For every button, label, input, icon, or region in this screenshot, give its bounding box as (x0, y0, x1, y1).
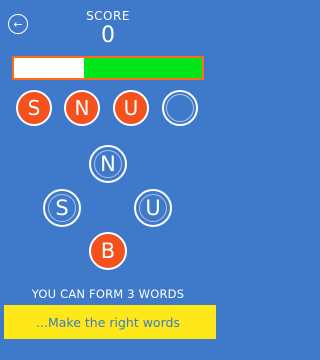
tile-letter: N (100, 152, 116, 176)
tagline-banner: ...Make the right words (0, 305, 216, 339)
answer-slot-letter: S (27, 96, 41, 120)
tagline-text: ...Make the right words (36, 314, 180, 330)
bottom-strip (0, 339, 216, 360)
tile-letter: U (145, 196, 161, 220)
tile-letter: B (100, 239, 116, 263)
answer-slot-letter: N (74, 96, 90, 120)
letter-tile-b[interactable]: B (89, 232, 127, 270)
score-value: 0 (101, 23, 115, 48)
tile-letter: S (55, 196, 69, 220)
answer-slot-3[interactable]: U (113, 90, 149, 126)
answer-slot-2[interactable]: N (64, 90, 100, 126)
answer-slot-letter: U (123, 96, 139, 120)
answer-slot-4[interactable] (162, 90, 198, 126)
answer-slot-1[interactable]: S (16, 90, 52, 126)
timer-fill (83, 58, 202, 78)
words-hint: YOU CAN FORM 3 WORDS (31, 287, 185, 301)
score-label: SCORE (86, 9, 130, 23)
letter-tile-s[interactable]: S (43, 189, 81, 227)
timer-bar (12, 56, 204, 80)
letter-tile-n[interactable]: N (89, 145, 127, 183)
letter-tile-u[interactable]: U (134, 189, 172, 227)
